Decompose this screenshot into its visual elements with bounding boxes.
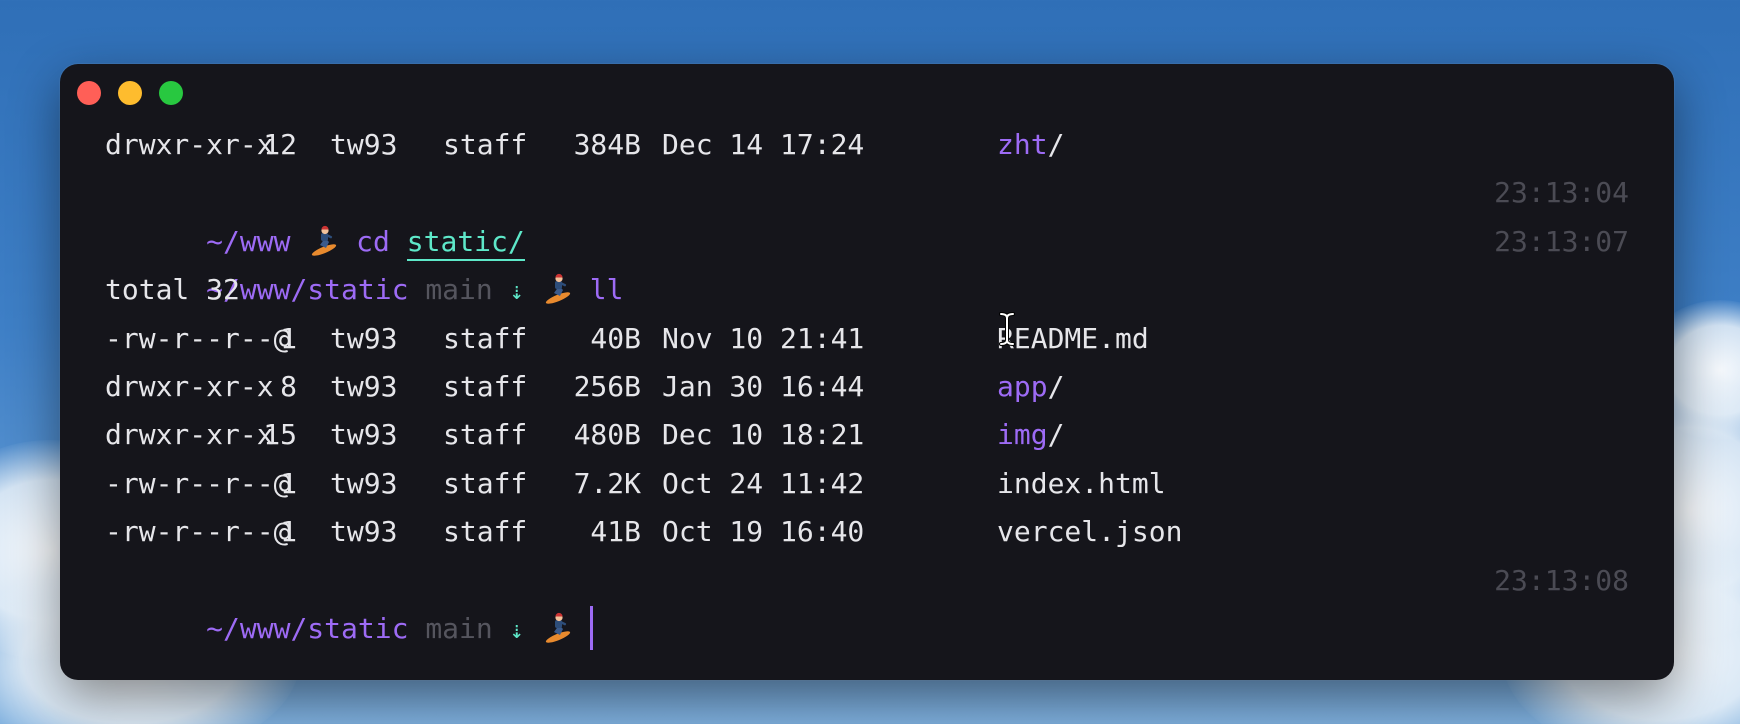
dir-name: zht — [997, 128, 1048, 161]
owner: tw93 — [330, 369, 398, 403]
group: staff — [443, 369, 528, 403]
modified-date: Dec 10 18:21 — [662, 418, 865, 452]
dir-name: img — [997, 418, 1048, 452]
minimize-button[interactable] — [118, 81, 142, 105]
git-branch: main — [425, 611, 493, 645]
listing-row: drwxr-xr-x 12 tw93 staff 384B Dec 14 17:… — [105, 121, 1629, 169]
group: staff — [443, 515, 528, 549]
file-name: zht/ — [997, 121, 1064, 169]
listing-row: -rw-r--r--@ 1 tw93 staff 40B Nov 10 21:4… — [105, 315, 1629, 363]
owner: tw93 — [330, 515, 398, 549]
file-size: 480B — [573, 418, 641, 452]
prompt-path: ~/www/static — [206, 611, 409, 645]
text-cursor-icon — [999, 312, 1015, 346]
modified-date: Dec 14 17:24 — [662, 128, 865, 161]
file-size: 7.2K — [573, 466, 641, 500]
window-controls — [77, 81, 183, 105]
active-prompt-line[interactable]: ~/www/static main ⇣ 23:13:08 — [105, 557, 1629, 650]
total-line: total 32 — [105, 273, 240, 307]
group: staff — [443, 466, 528, 500]
dir-slash: / — [1047, 418, 1065, 452]
link-count: 1 — [280, 321, 297, 355]
text-caret — [589, 605, 593, 650]
timestamp: 23:13:07 — [1494, 224, 1629, 258]
snowboarder-icon — [545, 612, 571, 643]
behind-arrow-icon: ⇣ — [509, 615, 525, 644]
modified-date: Oct 19 16:40 — [662, 515, 865, 549]
close-button[interactable] — [77, 81, 101, 105]
file-size: 41B — [590, 515, 641, 549]
file-name: app/ — [997, 363, 1064, 411]
zoom-button[interactable] — [159, 81, 183, 105]
dir-name: app — [997, 369, 1048, 403]
prompt-line: ~/www cd static/ 23:13:04 — [105, 169, 1629, 261]
link-count: 12 — [263, 128, 297, 161]
file-name: README.md — [997, 321, 1149, 355]
group: staff — [443, 321, 528, 355]
link-count: 1 — [280, 515, 297, 549]
owner: tw93 — [330, 418, 398, 452]
modified-date: Jan 30 16:44 — [662, 369, 865, 403]
link-count: 1 — [280, 466, 297, 500]
prompt-line: ~/www/static main ⇣ ll 23:13:07 — [105, 218, 1629, 306]
file-size: 256B — [573, 369, 641, 403]
owner: tw93 — [330, 466, 398, 500]
file-name: index.html — [997, 466, 1166, 500]
link-count: 8 — [280, 369, 297, 403]
listing-row: -rw-r--r--@ 1 tw93 staff 41B Oct 19 16:4… — [105, 508, 1629, 556]
modified-date: Nov 10 21:41 — [662, 321, 865, 355]
file-name: img/ — [997, 411, 1064, 459]
group: staff — [443, 128, 528, 161]
modified-date: Oct 24 11:42 — [662, 466, 865, 500]
terminal-output[interactable]: drwxr-xr-x 12 tw93 staff 384B Dec 14 17:… — [105, 121, 1629, 650]
listing-row: -rw-r--r--@ 1 tw93 staff 7.2K Oct 24 11:… — [105, 460, 1629, 508]
link-count: 15 — [263, 418, 297, 452]
file-name: vercel.json — [997, 515, 1183, 549]
owner: tw93 — [330, 321, 398, 355]
group: staff — [443, 418, 528, 452]
timestamp: 23:13:04 — [1494, 176, 1629, 210]
file-size: 384B — [573, 128, 641, 161]
terminal-window: drwxr-xr-x 12 tw93 staff 384B Dec 14 17:… — [60, 64, 1674, 680]
timestamp: 23:13:08 — [1494, 563, 1629, 597]
dir-slash: / — [1047, 369, 1065, 403]
listing-row: drwxr-xr-x 15 tw93 staff 480B Dec 10 18:… — [105, 411, 1629, 459]
file-size: 40B — [590, 321, 641, 355]
listing-row: drwxr-xr-x 8 tw93 staff 256B Jan 30 16:4… — [105, 363, 1629, 411]
owner: tw93 — [330, 128, 398, 161]
dir-slash: / — [1047, 128, 1065, 161]
